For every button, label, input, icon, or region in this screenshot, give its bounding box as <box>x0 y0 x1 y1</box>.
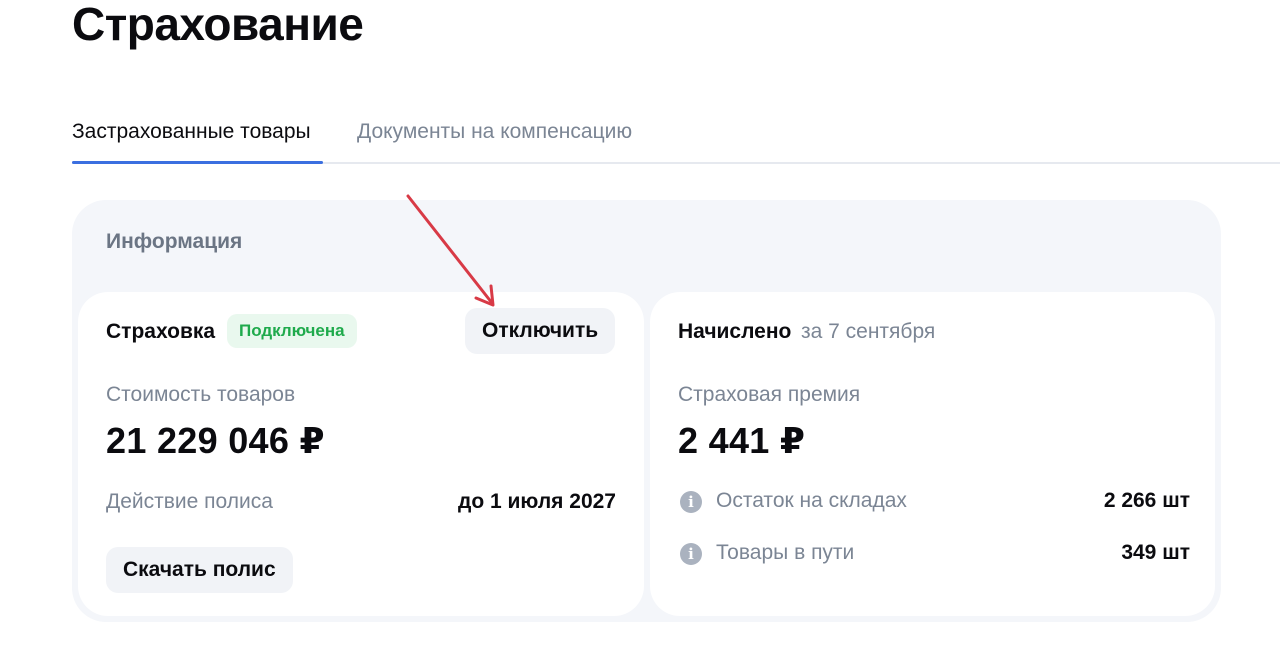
goods-cost-value: 21 229 046 ₽ <box>106 420 325 461</box>
tab-insured-goods[interactable]: Застрахованные товары <box>72 118 311 146</box>
info-icon[interactable]: i <box>680 491 702 513</box>
accrued-card: Начислено за 7 сентября Страховая премия… <box>650 292 1215 616</box>
active-tab-indicator <box>72 161 323 164</box>
info-icon[interactable]: i <box>680 543 702 565</box>
goods-cost-label: Стоимость товаров <box>106 383 296 406</box>
stat-value: 2 266 шт <box>1103 489 1190 512</box>
tabs-bar: Застрахованные товары Документы на компе… <box>72 110 1280 164</box>
insurance-label: Страховка <box>106 320 216 343</box>
tab-compensation-documents[interactable]: Документы на компенсацию <box>357 118 632 146</box>
stat-label: Остаток на складах <box>716 489 907 512</box>
premium-label: Страховая премия <box>678 383 861 406</box>
premium-value: 2 441 ₽ <box>678 420 806 461</box>
stat-row-warehouse-stock: i Остаток на складах 2 266 шт <box>680 489 1190 519</box>
stat-label: Товары в пути <box>716 541 855 564</box>
status-badge: Подключена <box>227 314 357 348</box>
download-policy-button[interactable]: Скачать полис <box>106 547 293 593</box>
page-title: Страхование <box>72 0 364 50</box>
stat-value: 349 шт <box>1121 541 1190 564</box>
accrued-label: Начислено <box>678 320 792 343</box>
policy-label: Действие полиса <box>106 490 273 513</box>
accrued-date: за 7 сентября <box>801 320 936 343</box>
stat-row-goods-in-transit: i Товары в пути 349 шт <box>680 541 1190 571</box>
policy-value: до 1 июля 2027 <box>458 490 616 513</box>
insurance-page: Страхование Застрахованные товары Докуме… <box>0 0 1280 651</box>
info-panel: Информация Страховка Подключена Отключит… <box>72 200 1221 622</box>
disable-insurance-button[interactable]: Отключить <box>465 308 616 354</box>
insurance-card: Страховка Подключена Отключить Стоимость… <box>78 292 644 616</box>
info-panel-title: Информация <box>106 230 243 253</box>
